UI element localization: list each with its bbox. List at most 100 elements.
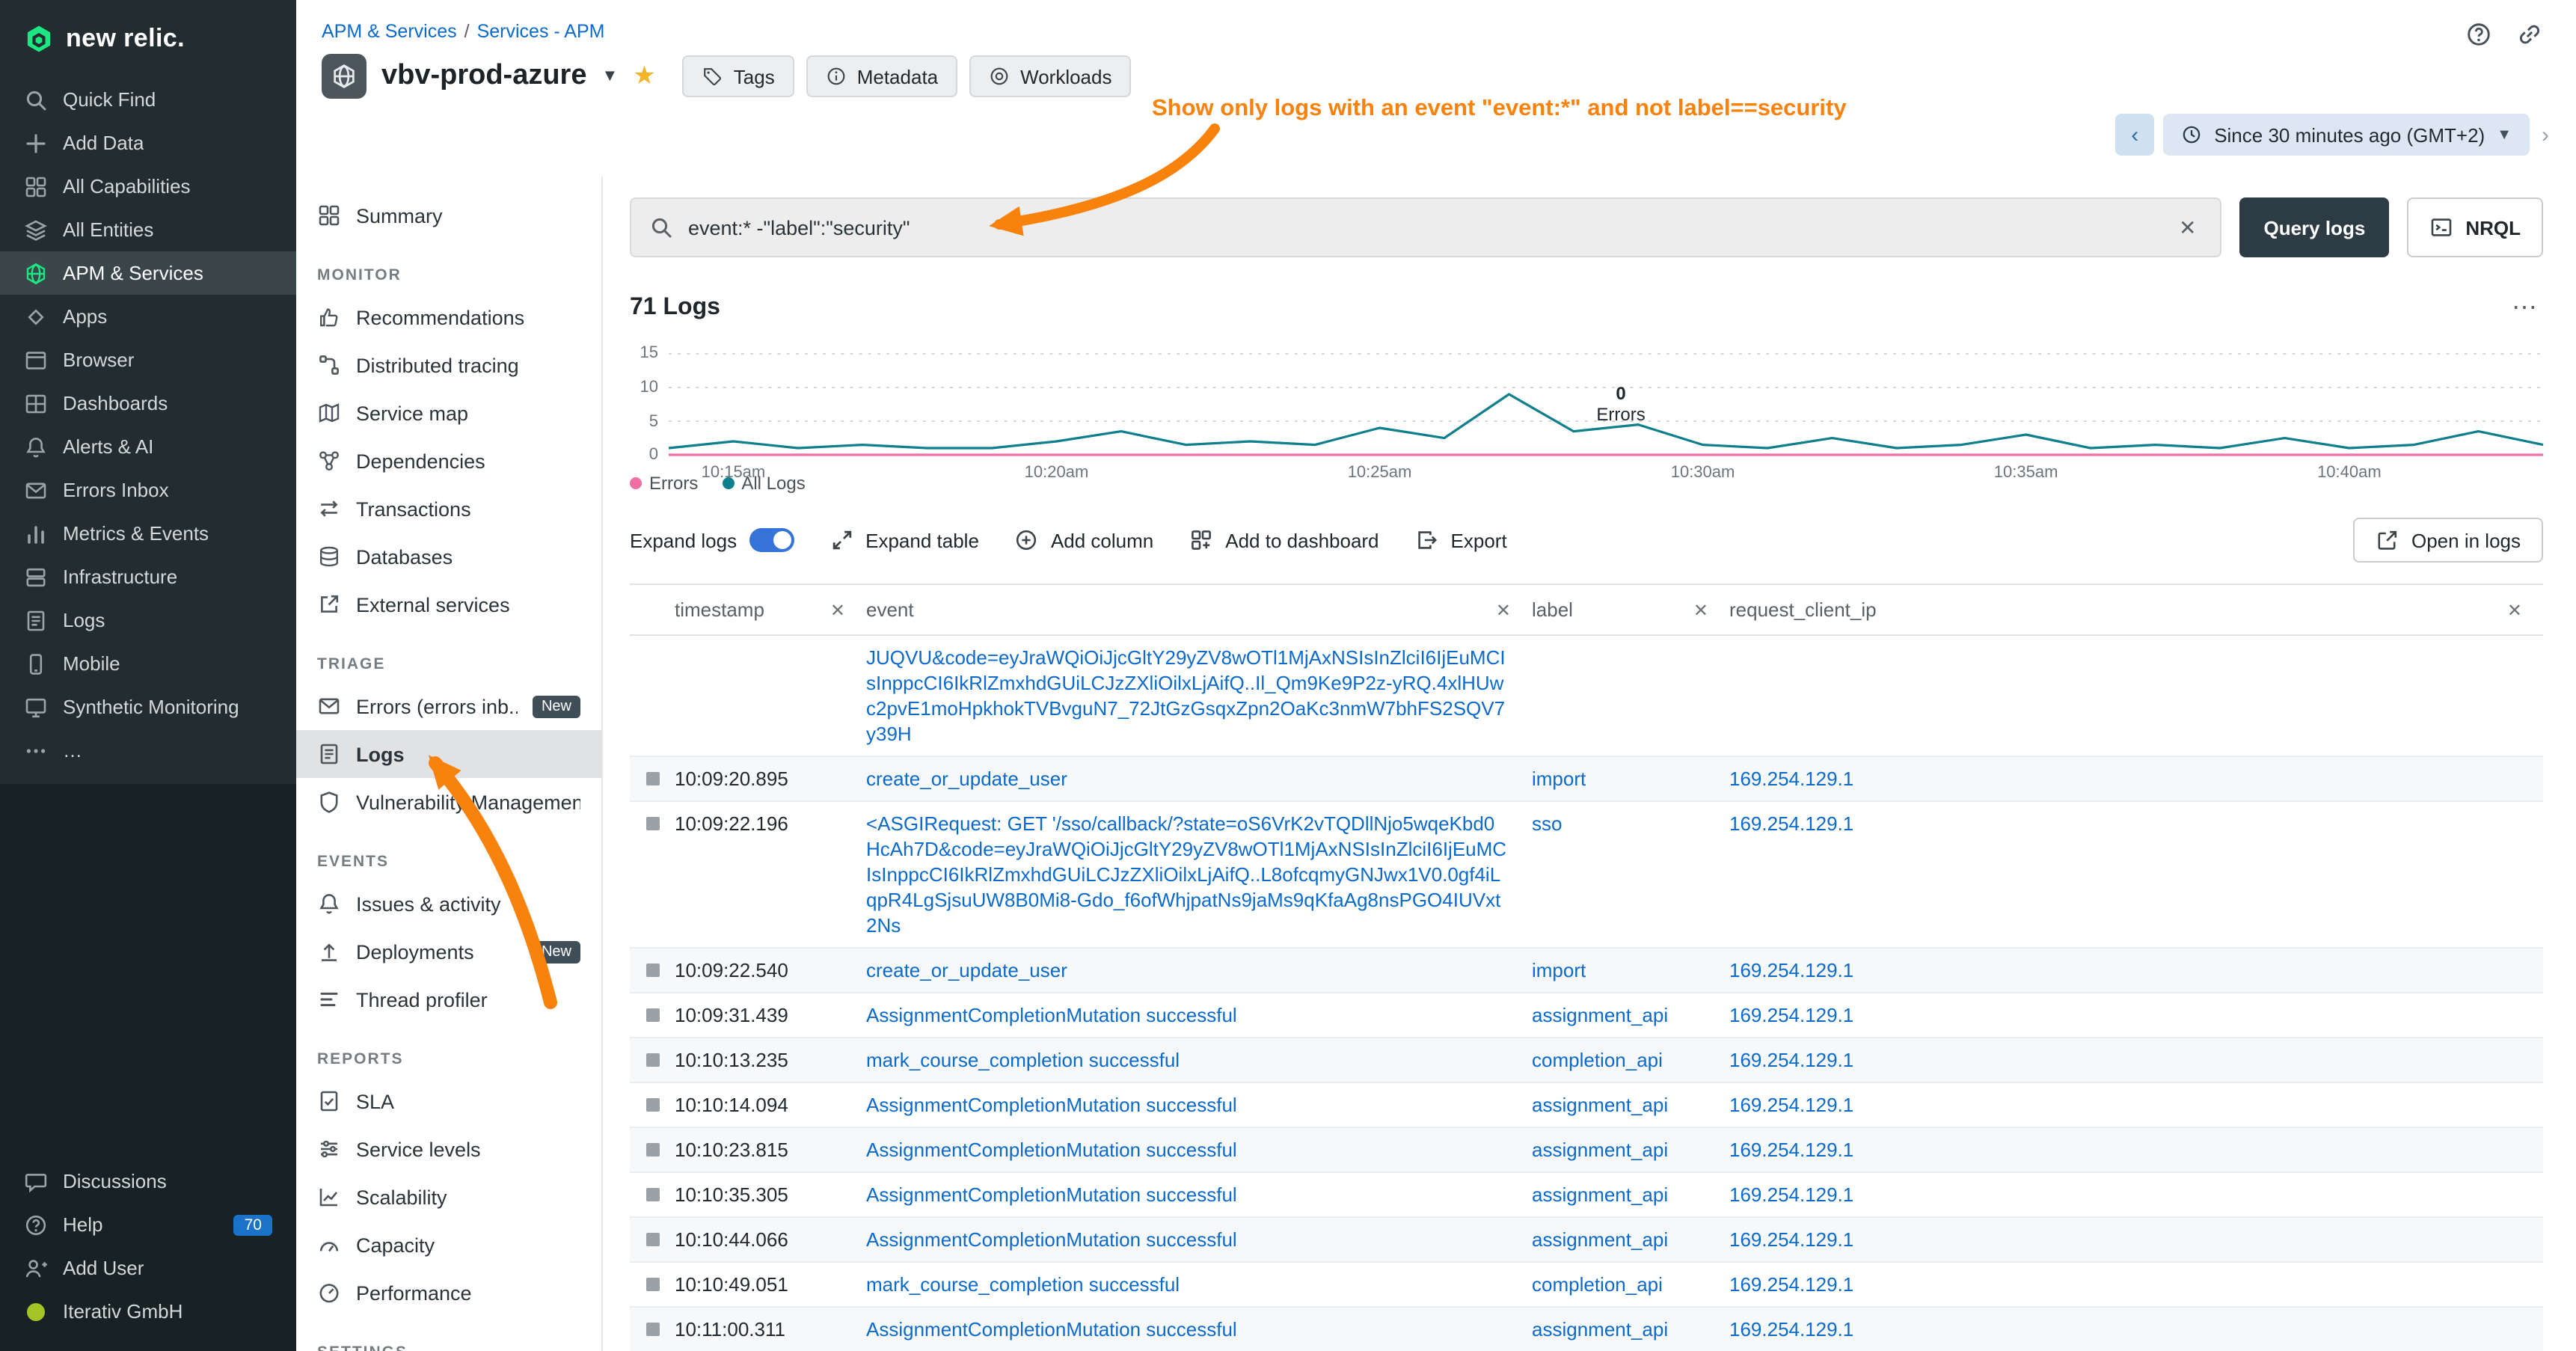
- remove-column-icon[interactable]: ✕: [1693, 599, 1708, 620]
- log-ip-link[interactable]: 169.254.129.1: [1729, 811, 2543, 836]
- log-event-link[interactable]: AssignmentCompletionMutation successful: [866, 1227, 1532, 1252]
- log-ip-link[interactable]: 169.254.129.1: [1729, 1182, 2543, 1207]
- sidebar-item-iterativ-gmbh[interactable]: Iterativ GmbH: [0, 1290, 296, 1333]
- remove-column-icon[interactable]: ✕: [830, 599, 845, 620]
- subnav-item-performance[interactable]: Performance: [296, 1269, 601, 1317]
- sidebar-item-browser[interactable]: Browser: [0, 338, 296, 382]
- log-row[interactable]: 10:09:22.196<ASGIRequest: GET '/sso/call…: [630, 802, 2543, 949]
- log-event-link[interactable]: mark_course_completion successful: [866, 1272, 1532, 1297]
- subnav-item-distributed-tracing[interactable]: Distributed tracing: [296, 341, 601, 389]
- log-row-marker-icon[interactable]: [645, 817, 659, 830]
- log-row[interactable]: 10:11:00.311AssignmentCompletionMutation…: [630, 1308, 2543, 1351]
- sidebar-item-apm-services[interactable]: APM & Services: [0, 251, 296, 295]
- sidebar-item-logs[interactable]: Logs: [0, 598, 296, 642]
- subnav-item-summary[interactable]: Summary: [296, 192, 601, 239]
- log-ip-link[interactable]: 169.254.129.1: [1729, 1002, 2543, 1028]
- log-row-marker-icon[interactable]: [645, 1188, 659, 1201]
- log-event-link[interactable]: AssignmentCompletionMutation successful: [866, 1182, 1532, 1207]
- log-ip-link[interactable]: 169.254.129.1: [1729, 1317, 2543, 1342]
- log-label-link[interactable]: assignment_api: [1532, 1317, 1729, 1342]
- nrql-button[interactable]: NRQL: [2407, 197, 2543, 257]
- sidebar-item-apps[interactable]: Apps: [0, 295, 296, 338]
- log-row[interactable]: 10:10:44.066AssignmentCompletionMutation…: [630, 1218, 2543, 1263]
- log-row-marker-icon[interactable]: [645, 772, 659, 785]
- sidebar-item-discussions[interactable]: Discussions: [0, 1159, 296, 1203]
- panel-menu-icon[interactable]: ⋯: [2506, 293, 2543, 323]
- time-back-button[interactable]: ‹: [2115, 114, 2154, 156]
- permalink-icon[interactable]: [2516, 21, 2543, 48]
- subnav-item-databases[interactable]: Databases: [296, 533, 601, 580]
- time-forward-button[interactable]: ›: [2539, 122, 2552, 147]
- subnav-item-dependencies[interactable]: Dependencies: [296, 437, 601, 485]
- log-event-link[interactable]: AssignmentCompletionMutation successful: [866, 1092, 1532, 1118]
- log-label-link[interactable]: import: [1532, 766, 1729, 791]
- log-event-link[interactable]: create_or_update_user: [866, 766, 1532, 791]
- logs-query-input[interactable]: event:* -"label":"security" ✕: [630, 197, 2221, 257]
- log-event-link[interactable]: mark_course_completion successful: [866, 1047, 1532, 1073]
- subnav-item-sla[interactable]: SLA: [296, 1077, 601, 1125]
- log-row-marker-icon[interactable]: [645, 1278, 659, 1291]
- log-event-link[interactable]: <ASGIRequest: GET '/sso/callback/?state=…: [866, 811, 1532, 938]
- log-row[interactable]: JUQVU&code=eyJraWQiOiJjcGltY29yZV8wOTl1M…: [630, 636, 2543, 757]
- sidebar-item-quick-find[interactable]: Quick Find: [0, 78, 296, 121]
- export-button[interactable]: Export: [1415, 528, 1507, 552]
- sidebar-item-errors-inbox[interactable]: Errors Inbox: [0, 468, 296, 512]
- sidebar-item-add-user[interactable]: Add User: [0, 1246, 296, 1290]
- log-ip-link[interactable]: 169.254.129.1: [1729, 958, 2543, 983]
- log-label-link[interactable]: sso: [1532, 811, 1729, 836]
- column-header-event[interactable]: event✕: [866, 598, 1532, 621]
- expand-logs-control[interactable]: Expand logs: [630, 528, 794, 552]
- log-ip-link[interactable]: 169.254.129.1: [1729, 1272, 2543, 1297]
- add-column-button[interactable]: Add column: [1015, 528, 1153, 552]
- clear-query-icon[interactable]: ✕: [2173, 215, 2202, 240]
- subnav-item-scalability[interactable]: Scalability: [296, 1173, 601, 1221]
- subnav-item-logs[interactable]: Logs: [296, 730, 601, 778]
- log-label-link[interactable]: assignment_api: [1532, 1182, 1729, 1207]
- log-label-link[interactable]: completion_api: [1532, 1272, 1729, 1297]
- newrelic-logo[interactable]: new relic.: [0, 0, 296, 78]
- log-row[interactable]: 10:09:20.895create_or_update_userimport1…: [630, 757, 2543, 802]
- log-label-link[interactable]: assignment_api: [1532, 1092, 1729, 1118]
- sidebar-item-dashboards[interactable]: Dashboards: [0, 382, 296, 425]
- log-ip-link[interactable]: 169.254.129.1: [1729, 1137, 2543, 1162]
- sidebar-item-all-entities[interactable]: All Entities: [0, 208, 296, 251]
- log-event-link[interactable]: JUQVU&code=eyJraWQiOiJjcGltY29yZV8wOTl1M…: [866, 645, 1532, 747]
- subnav-item-recommendations[interactable]: Recommendations: [296, 293, 601, 341]
- log-event-link[interactable]: AssignmentCompletionMutation successful: [866, 1137, 1532, 1162]
- log-label-link[interactable]: completion_api: [1532, 1047, 1729, 1073]
- subnav-item-issues-activity[interactable]: Issues & activity: [296, 880, 601, 928]
- log-row-marker-icon[interactable]: [645, 1323, 659, 1336]
- breadcrumb-services-apm[interactable]: Services - APM: [477, 21, 605, 42]
- sidebar-item-alerts-ai[interactable]: Alerts & AI: [0, 425, 296, 468]
- breadcrumb-apm-services[interactable]: APM & Services: [322, 21, 457, 42]
- log-row-marker-icon[interactable]: [645, 1233, 659, 1246]
- subnav-item-external-services[interactable]: External services: [296, 580, 601, 628]
- subnav-item-deployments[interactable]: DeploymentsNew: [296, 928, 601, 975]
- query-logs-button[interactable]: Query logs: [2239, 197, 2389, 257]
- log-ip-link[interactable]: 169.254.129.1: [1729, 766, 2543, 791]
- log-label-link[interactable]: assignment_api: [1532, 1227, 1729, 1252]
- log-label-link[interactable]: assignment_api: [1532, 1137, 1729, 1162]
- log-row-marker-icon[interactable]: [645, 964, 659, 977]
- sidebar-item-add-data[interactable]: Add Data: [0, 121, 296, 165]
- sidebar-item-all-capabilities[interactable]: All Capabilities: [0, 165, 296, 208]
- log-event-link[interactable]: AssignmentCompletionMutation successful: [866, 1002, 1532, 1028]
- sidebar-item-mobile[interactable]: Mobile: [0, 642, 296, 685]
- log-row[interactable]: 10:10:49.051mark_course_completion succe…: [630, 1263, 2543, 1308]
- subnav-item-errors-errors-inb[interactable]: Errors (errors inb...New: [296, 682, 601, 730]
- open-in-logs-button[interactable]: Open in logs: [2353, 518, 2543, 563]
- tags-button[interactable]: Tags: [683, 55, 794, 97]
- favorite-star-icon[interactable]: ★: [633, 61, 656, 91]
- time-range-button[interactable]: Since 30 minutes ago (GMT+2) ▼: [2163, 114, 2530, 156]
- subnav-item-service-levels[interactable]: Service levels: [296, 1125, 601, 1173]
- add-to-dashboard-button[interactable]: Add to dashboard: [1189, 528, 1379, 552]
- subnav-item-service-map[interactable]: Service map: [296, 389, 601, 437]
- column-header-timestamp[interactable]: timestamp✕: [675, 598, 866, 621]
- subnav-item-vulnerability-management[interactable]: Vulnerability Management: [296, 778, 601, 826]
- log-row[interactable]: 10:09:31.439AssignmentCompletionMutation…: [630, 993, 2543, 1038]
- sidebar-item-infrastructure[interactable]: Infrastructure: [0, 555, 296, 598]
- sidebar-item-help[interactable]: Help70: [0, 1203, 296, 1246]
- log-row[interactable]: 10:09:22.540create_or_update_userimport1…: [630, 949, 2543, 993]
- log-label-link[interactable]: import: [1532, 958, 1729, 983]
- log-ip-link[interactable]: 169.254.129.1: [1729, 1092, 2543, 1118]
